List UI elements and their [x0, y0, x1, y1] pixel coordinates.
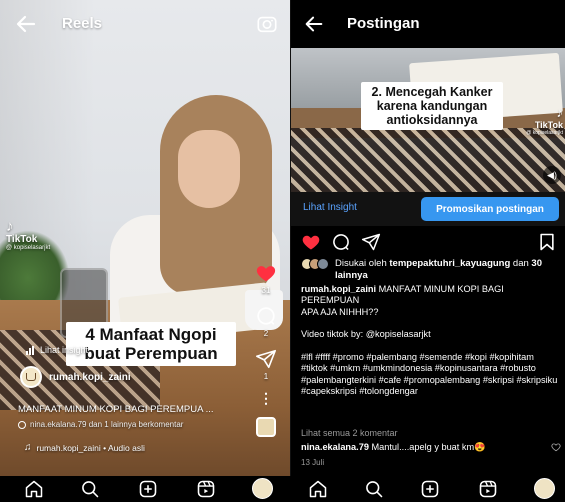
likes-summary[interactable]: Disukai oleh tempepaktuhri_kayuagung dan… — [301, 258, 559, 282]
share-icon[interactable] — [255, 348, 277, 370]
audio-thumbnail[interactable] — [256, 417, 276, 437]
heart-icon[interactable] — [301, 232, 321, 252]
insight-link[interactable]: Lihat insight — [26, 345, 88, 355]
promote-post-button[interactable]: Promosikan postingan — [421, 197, 559, 221]
hashtags[interactable]: #lfl #ffff #promo #palembang #semende #k… — [301, 352, 559, 398]
face — [178, 130, 240, 208]
reels-icon[interactable] — [478, 479, 498, 499]
heart-icon[interactable] — [255, 262, 277, 284]
comment-like-icon[interactable] — [551, 442, 561, 452]
person-icon — [18, 420, 26, 429]
liker-username[interactable]: tempepaktuhri_kayuagung — [389, 258, 510, 269]
tiktok-logo-icon: ♪ — [556, 105, 564, 120]
music-note-icon: ♫ — [24, 442, 32, 453]
back-arrow-icon[interactable] — [303, 13, 325, 35]
audio-info[interactable]: ♫ rumah.kopi_zaini • Audio asli — [24, 442, 145, 453]
reels-panel: Reels ♪ TikTok @ kopiselasarjkt 4 Manfaa… — [0, 0, 290, 502]
tiktok-watermark: ♪ TikTok @ kopiselasarjkt — [6, 218, 51, 251]
comment-count: 2 — [263, 329, 269, 338]
post-panel: Postingan 2. Mencegah Kanker karena kand… — [291, 0, 565, 502]
search-icon[interactable] — [80, 479, 100, 499]
video-caption-overlay: 4 Manfaat Ngopi buat Perempuan — [66, 322, 236, 366]
comment-text: Mantul....apelg y buat km😍 — [371, 442, 486, 452]
view-insight-link[interactable]: Lihat Insight — [303, 202, 357, 213]
reels-icon[interactable] — [196, 479, 216, 499]
comment-icon[interactable] — [255, 305, 277, 327]
home-icon[interactable] — [308, 479, 328, 499]
back-arrow-icon[interactable] — [14, 12, 38, 36]
tiktok-logo-icon: ♪ — [6, 218, 14, 235]
post-actions — [301, 232, 557, 254]
create-icon[interactable] — [138, 479, 158, 499]
camera-icon[interactable] — [256, 13, 278, 35]
bookmark-icon[interactable] — [537, 232, 557, 252]
comment-summary[interactable]: nina.ekalana.79 dan 1 lainnya berkomenta… — [18, 420, 183, 429]
page-title: Reels — [62, 15, 103, 32]
comment-username[interactable]: nina.ekalana.79 — [301, 442, 369, 452]
username[interactable]: rumah.kopi_zaini — [49, 372, 131, 383]
reel-caption[interactable]: MANFAAT MINUM KOPI BAGI PEREMPUA ... — [18, 404, 238, 415]
video-caption-overlay: 2. Mencegah Kanker karena kandungan anti… — [361, 82, 503, 130]
liker-avatars — [301, 258, 329, 282]
batik-cloth — [291, 128, 565, 192]
avatar[interactable] — [20, 366, 42, 388]
home-icon[interactable] — [24, 479, 44, 499]
post-header: Postingan — [291, 0, 565, 48]
post-video[interactable]: 2. Mencegah Kanker karena kandungan anti… — [291, 48, 565, 192]
page-title: Postingan — [347, 15, 420, 32]
more-options-icon[interactable]: ⋮ — [259, 391, 273, 405]
tiktok-watermark: ♪ TikTok @ kopiselasarjkt — [526, 105, 564, 137]
view-all-comments-link[interactable]: Lihat semua 2 komentar — [301, 428, 398, 438]
reel-actions: 31 2 1 ⋮ — [252, 262, 280, 437]
post-date: 13 Juli — [301, 458, 325, 467]
reel-author[interactable]: rumah.kopi_zaini — [20, 366, 131, 388]
volume-icon[interactable]: ◀) — [543, 166, 561, 184]
profile-avatar[interactable] — [252, 478, 273, 499]
bottom-navigation — [0, 476, 565, 502]
post-username[interactable]: rumah.kopi_zaini — [301, 284, 376, 294]
share-icon[interactable] — [361, 232, 381, 252]
insight-bars-icon — [26, 345, 36, 355]
search-icon[interactable] — [364, 479, 384, 499]
create-icon[interactable] — [420, 479, 440, 499]
post-caption: rumah.kopi_zaini MANFAAT MINUM KOPI BAGI… — [301, 284, 559, 398]
profile-avatar[interactable] — [534, 478, 555, 499]
comment-icon[interactable] — [331, 232, 351, 252]
comment-row: nina.ekalana.79 Mantul....apelg y buat k… — [301, 442, 561, 453]
like-count: 31 — [261, 286, 271, 295]
insight-bar: Lihat Insight Promosikan postingan — [291, 192, 565, 226]
share-count: 1 — [263, 372, 269, 381]
